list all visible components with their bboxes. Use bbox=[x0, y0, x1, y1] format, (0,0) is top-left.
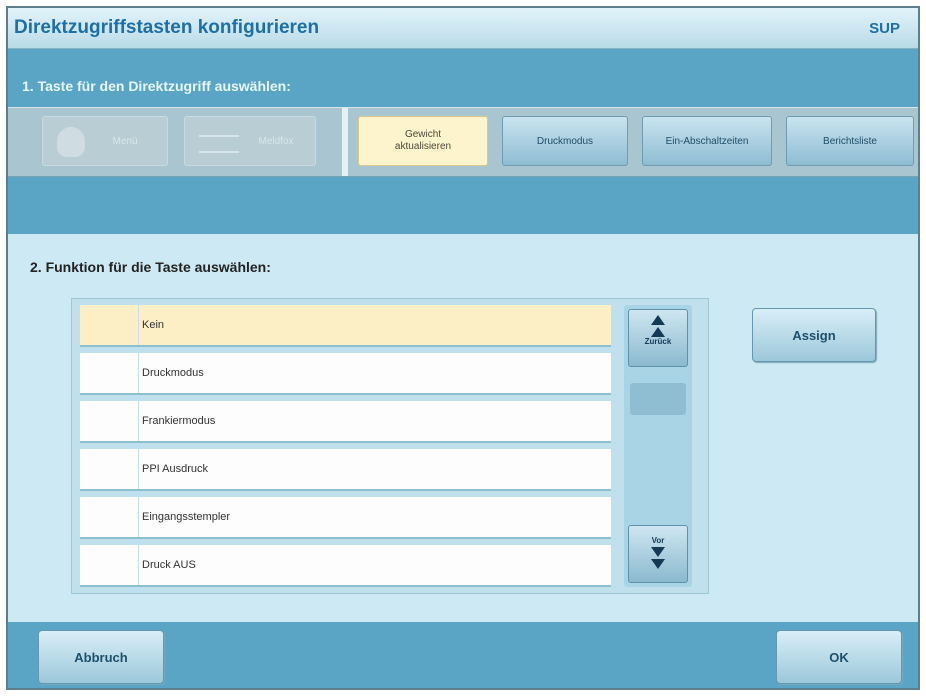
row-divider bbox=[138, 305, 139, 345]
list-item-ppi-ausdruck[interactable]: PPI Ausdruck bbox=[80, 449, 611, 491]
mouse-icon bbox=[57, 127, 85, 157]
row-divider bbox=[138, 545, 139, 585]
key-ein-abschaltzeiten[interactable]: Ein-Abschaltzeiten bbox=[642, 116, 772, 166]
key-label: Gewicht aktualisieren bbox=[394, 129, 452, 152]
row-divider bbox=[138, 353, 139, 393]
key-berichtsliste[interactable]: Berichtsliste bbox=[786, 116, 914, 166]
list-item-eingangsstempler[interactable]: Eingangsstempler bbox=[80, 497, 611, 539]
step2-heading: 2. Funktion für die Taste auswählen: bbox=[30, 259, 271, 275]
window-title: Direktzugriffstasten konfigurieren bbox=[14, 17, 320, 38]
user-badge: SUP bbox=[869, 20, 900, 37]
bottom-bar: Abbruch OK bbox=[8, 622, 918, 688]
list-item-druck-aus[interactable]: Druck AUS bbox=[80, 545, 611, 587]
shortcut-key-row: Menü Meldfox Gewicht aktualisieren Druck… bbox=[8, 107, 918, 177]
cancel-button[interactable]: Abbruch bbox=[38, 630, 164, 684]
list-item-label: PPI Ausdruck bbox=[142, 463, 209, 475]
scroll-down-button[interactable]: Vor bbox=[628, 525, 688, 583]
key-selection-panel: 1. Taste für den Direktzugriff auswählen… bbox=[8, 49, 918, 234]
key-meldfox: Meldfox bbox=[184, 116, 316, 166]
scroll-up-label: Zurück bbox=[644, 337, 672, 346]
scroll-down-label: Vor bbox=[651, 536, 665, 545]
key-gewicht-aktualisieren[interactable]: Gewicht aktualisieren bbox=[358, 116, 488, 166]
scroll-up-button[interactable]: Zurück bbox=[628, 309, 688, 367]
key-menu: Menü bbox=[42, 116, 168, 166]
key-label: Berichtsliste bbox=[823, 135, 877, 147]
list-item-label: Druckmodus bbox=[142, 367, 204, 379]
list-item-label: Eingangsstempler bbox=[142, 511, 231, 523]
row-divider bbox=[138, 449, 139, 489]
list-scrollbar[interactable]: Zurück Vor bbox=[624, 305, 692, 587]
assign-button[interactable]: Assign bbox=[752, 308, 876, 362]
title-bar: Direktzugriffstasten konfigurieren SUP bbox=[8, 8, 918, 49]
lines-icon bbox=[199, 135, 239, 153]
list-item-frankiermodus[interactable]: Frankiermodus bbox=[80, 401, 611, 443]
row-divider bbox=[138, 497, 139, 537]
list-item-kein[interactable]: Kein bbox=[80, 305, 611, 347]
ok-button[interactable]: OK bbox=[776, 630, 902, 684]
function-list: Kein Druckmodus Frankiermodus PPI Ausdru… bbox=[71, 298, 709, 594]
arrow-up-icon bbox=[651, 327, 665, 337]
arrow-up-icon bbox=[651, 315, 665, 325]
app-window: Direktzugriffstasten konfigurieren SUP 1… bbox=[6, 6, 920, 690]
scroll-thumb[interactable] bbox=[630, 383, 686, 415]
arrow-down-icon bbox=[651, 559, 665, 569]
row-divider bbox=[138, 401, 139, 441]
arrow-down-icon bbox=[651, 547, 665, 557]
key-druckmodus[interactable]: Druckmodus bbox=[502, 116, 628, 166]
key-label: Menü bbox=[112, 135, 138, 147]
key-label: Ein-Abschaltzeiten bbox=[665, 135, 749, 147]
key-separator bbox=[342, 108, 348, 176]
list-item-druckmodus[interactable]: Druckmodus bbox=[80, 353, 611, 395]
key-label: Meldfox bbox=[258, 135, 294, 147]
key-label: Druckmodus bbox=[536, 135, 594, 147]
list-item-label: Kein bbox=[142, 319, 165, 331]
list-item-label: Frankiermodus bbox=[142, 415, 216, 427]
step1-heading: 1. Taste für den Direktzugriff auswählen… bbox=[22, 78, 291, 94]
list-item-label: Druck AUS bbox=[142, 559, 196, 571]
